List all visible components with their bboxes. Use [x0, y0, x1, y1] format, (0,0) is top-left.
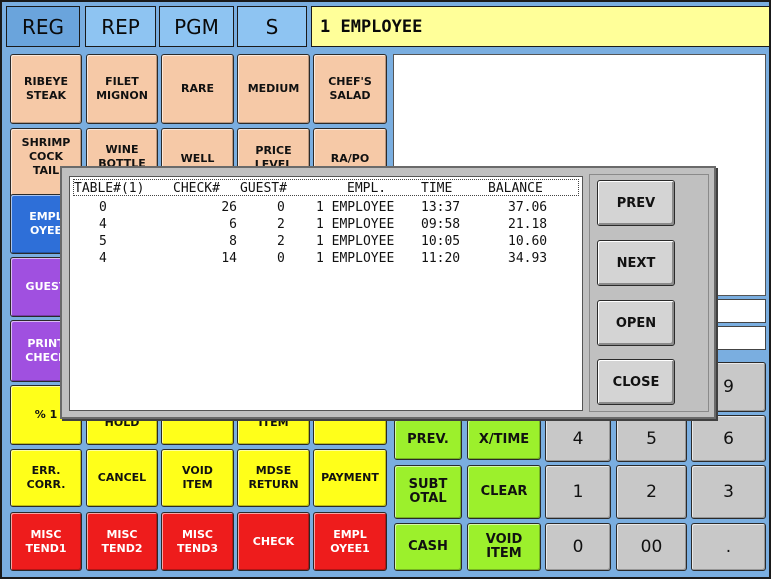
dialog-next-button[interactable]: NEXT — [597, 240, 675, 286]
tab-reg[interactable]: REG — [6, 6, 80, 47]
dialog-close-button[interactable]: CLOSE — [597, 359, 675, 405]
key-payment[interactable]: PAYMENT — [313, 449, 387, 507]
key-medium[interactable]: MEDIUM — [237, 54, 310, 124]
open-checks-dialog: TABLE#(1) CHECK# GUEST# EMPL. TIME BALAN… — [60, 166, 716, 419]
cell-guest: 0 — [277, 200, 285, 215]
cell-check: 8 — [229, 234, 237, 249]
cell-employee: 1 EMPLOYEE — [316, 251, 395, 266]
key-1[interactable]: 1 — [545, 465, 611, 519]
key-employee1[interactable]: EMPL OYEE1 — [313, 512, 387, 571]
key-error-correct[interactable]: ERR. CORR. — [10, 449, 82, 507]
pos-register-screen: REG REP PGM S 1 EMPLOYEE RIBEYE STEAK FI… — [0, 0, 771, 579]
dialog-open-button[interactable]: OPEN — [597, 300, 675, 346]
column-header-check: CHECK# — [173, 181, 220, 196]
key-clear[interactable]: CLEAR — [467, 465, 541, 519]
key-3[interactable]: 3 — [691, 465, 766, 519]
cell-guest: 2 — [277, 217, 285, 232]
entry-line-1 — [714, 299, 766, 323]
cell-time: 09:58 — [421, 217, 461, 232]
key-prev[interactable]: PREV. — [394, 419, 462, 460]
cell-time: 10:05 — [421, 234, 461, 249]
column-header-employee: EMPL. — [347, 181, 387, 196]
key-x-time[interactable]: X/TIME — [467, 419, 541, 460]
key-mdse-return[interactable]: MDSE RETURN — [237, 449, 310, 507]
tab-s[interactable]: S — [237, 6, 307, 47]
cell-check: 14 — [221, 251, 237, 266]
key-rare[interactable]: RARE — [161, 54, 234, 124]
column-header-time: TIME — [421, 181, 453, 196]
cell-employee: 1 EMPLOYEE — [316, 200, 395, 215]
cell-table: 4 — [99, 217, 107, 232]
key-subtotal[interactable]: SUBT OTAL — [394, 465, 462, 519]
key-00[interactable]: 00 — [616, 523, 687, 571]
key-5[interactable]: 5 — [616, 415, 687, 462]
key-misc-tend3[interactable]: MISC TEND3 — [161, 512, 234, 571]
cell-guest: 0 — [277, 251, 285, 266]
key-cash[interactable]: CASH — [394, 523, 462, 571]
cell-time: 13:37 — [421, 200, 461, 215]
dialog-prev-button[interactable]: PREV — [597, 180, 675, 226]
cell-employee: 1 EMPLOYEE — [316, 234, 395, 249]
key-chefs-salad[interactable]: CHEF'S SALAD — [313, 54, 387, 124]
key-ribeye-steak[interactable]: RIBEYE STEAK — [10, 54, 82, 124]
cell-check: 6 — [229, 217, 237, 232]
tab-rep[interactable]: REP — [85, 6, 156, 47]
column-header-balance: BALANCE — [488, 181, 543, 196]
check-list: TABLE#(1) CHECK# GUEST# EMPL. TIME BALAN… — [69, 176, 583, 411]
key-misc-tend1[interactable]: MISC TEND1 — [10, 512, 82, 571]
cell-table: 5 — [99, 234, 107, 249]
key-2[interactable]: 2 — [616, 465, 687, 519]
cell-balance: 10.60 — [508, 234, 548, 249]
operator-title: 1 EMPLOYEE — [311, 6, 770, 47]
key-void-item[interactable]: VOID ITEM — [467, 523, 541, 571]
key-4[interactable]: 4 — [545, 415, 611, 462]
cell-check: 26 — [221, 200, 237, 215]
key-cancel[interactable]: CANCEL — [86, 449, 158, 507]
entry-line-2 — [714, 326, 766, 350]
column-header-table: TABLE#(1) — [74, 181, 145, 196]
key-check[interactable]: CHECK — [237, 512, 310, 571]
key-6[interactable]: 6 — [691, 415, 766, 462]
cell-guest: 2 — [277, 234, 285, 249]
key-decimal[interactable]: . — [691, 523, 766, 571]
cell-table: 0 — [99, 200, 107, 215]
cell-time: 11:20 — [421, 251, 461, 266]
column-header-guest: GUEST# — [240, 181, 287, 196]
cell-employee: 1 EMPLOYEE — [316, 217, 395, 232]
key-filet-mignon[interactable]: FILET MIGNON — [86, 54, 158, 124]
cell-balance: 21.18 — [508, 217, 548, 232]
tab-pgm[interactable]: PGM — [159, 6, 234, 47]
key-misc-tend2[interactable]: MISC TEND2 — [86, 512, 158, 571]
key-void-item-left[interactable]: VOID ITEM — [161, 449, 234, 507]
cell-balance: 34.93 — [508, 251, 548, 266]
key-0[interactable]: 0 — [545, 523, 611, 571]
cell-table: 4 — [99, 251, 107, 266]
cell-balance: 37.06 — [508, 200, 548, 215]
